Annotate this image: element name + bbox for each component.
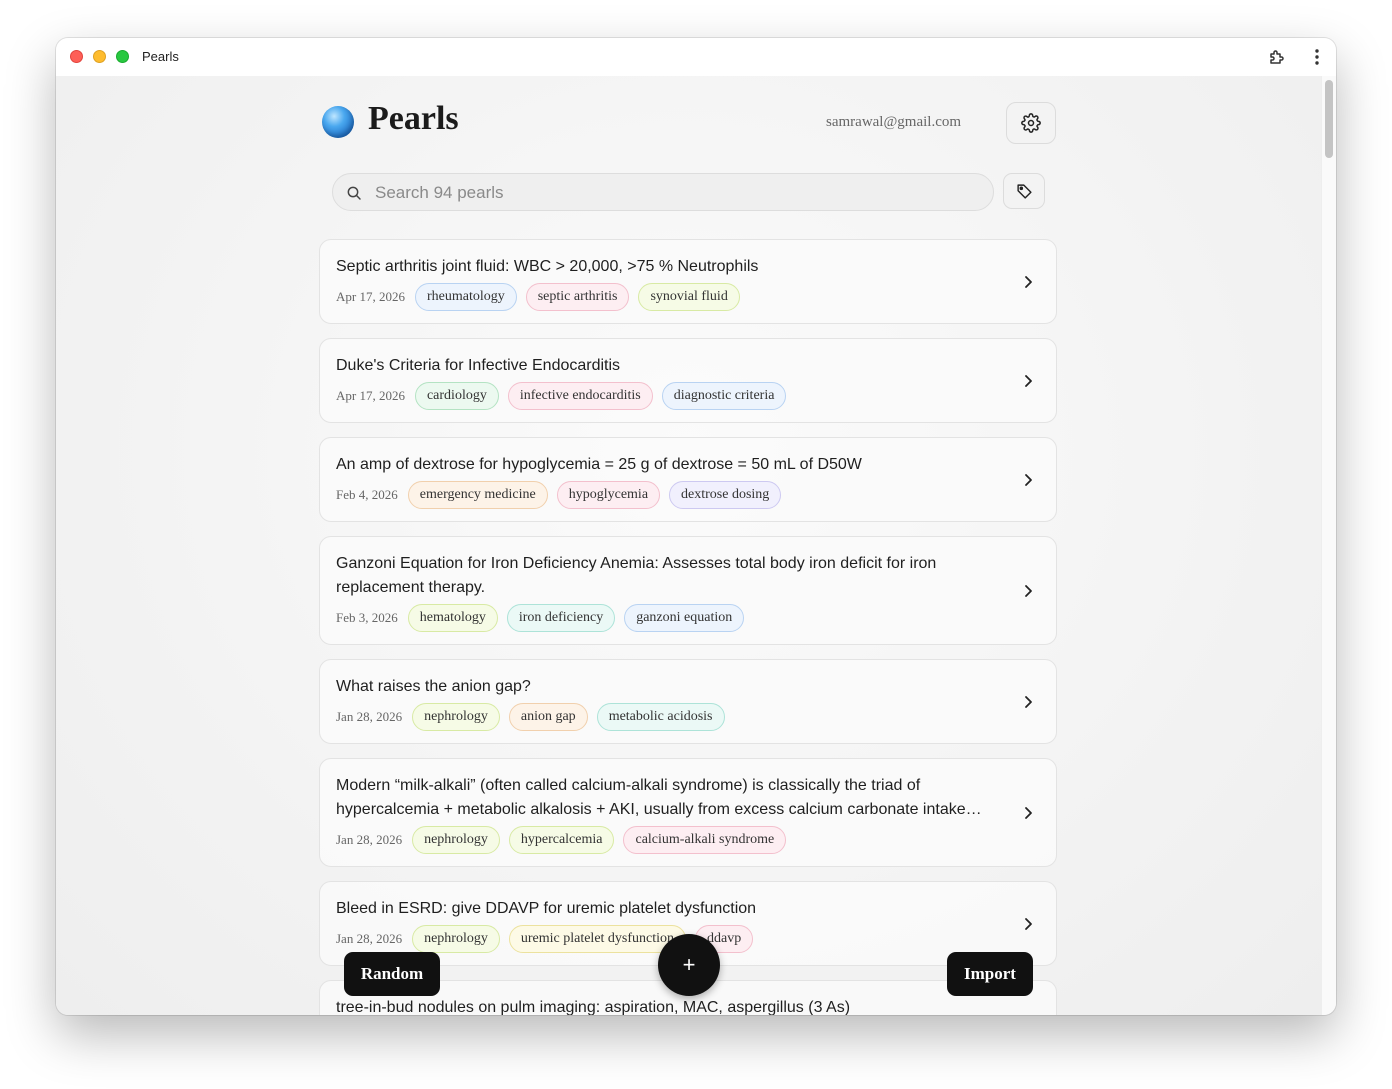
pearl-tag[interactable]: rheumatology [414,283,517,311]
gear-icon [1021,113,1041,133]
pearl-card[interactable]: What raises the anion gap? Jan 28, 2026 ne… [319,659,1057,744]
pearl-date: Jan 28, 2026 [336,832,403,847]
pearl-date: Jan 28, 2026 [336,709,403,724]
page-content: Pearls samrawal@gmail.com Septic arthrit… [56,76,1322,1015]
search-bar[interactable] [332,173,994,211]
window-title: Pearls [142,49,179,64]
pearl-meta: Apr 17, 2026 rheumatology septic arthritis… [336,283,996,311]
zoom-window-button[interactable] [116,50,129,63]
pearl-title: Modern “milk-alkali” (often called calci… [336,777,982,818]
minimize-window-button[interactable] [93,50,106,63]
random-button[interactable]: Random [344,952,440,996]
tag-filter-button[interactable] [1003,173,1045,209]
pearl-title: Ganzoni Equation for Iron Deficiency Ane… [336,555,937,596]
pearl-tag[interactable]: uremic platelet dysfunction [508,925,687,953]
add-pearl-button[interactable]: + [658,934,720,996]
pearl-date: Apr 17, 2026 [336,289,405,304]
pearl-card[interactable]: Modern “milk-alkali” (often called calci… [319,758,1057,867]
pearl-date: Apr 17, 2026 [336,388,405,403]
pearl-tag[interactable]: nephrology [412,703,500,731]
pearl-tag[interactable]: dextrose dosing [669,481,782,509]
pearl-tag[interactable]: anion gap [508,703,588,731]
pearl-tag[interactable]: ganzoni equation [624,604,745,632]
pearl-tag[interactable]: hypoglycemia [556,481,661,509]
pearl-meta: Jan 28, 2026 nephrology hypercalcemia calci… [336,826,996,854]
pearl-card[interactable]: Duke's Criteria for Infective Endocardit… [319,338,1057,423]
pearl-tag[interactable]: synovial fluid [638,283,740,311]
scrollbar-thumb[interactable] [1325,80,1333,158]
pearl-tag[interactable]: calcium-alkali syndrome [623,826,787,854]
pearl-card[interactable]: Ganzoni Equation for Iron Deficiency Ane… [319,536,1057,645]
pearl-tag[interactable]: hematology [407,604,498,632]
chevron-right-icon [1025,275,1032,288]
pearl-card[interactable]: Septic arthritis joint fluid: WBC > 20,0… [319,239,1057,324]
pearl-date: Feb 3, 2026 [336,610,398,625]
pearl-tag[interactable]: nephrology [412,925,500,953]
close-window-button[interactable] [70,50,83,63]
pearl-tag[interactable]: septic arthritis [525,283,630,311]
chevron-right-icon [1025,695,1032,708]
pearl-title: Bleed in ESRD: give DDAVP for uremic pla… [336,900,757,917]
scrollbar[interactable] [1321,76,1336,1015]
search-icon [347,186,361,200]
chevron-right-icon [1025,917,1032,930]
pearl-title: Septic arthritis joint fluid: WBC > 20,0… [336,258,759,275]
pearl-card[interactable]: An amp of dextrose for hypoglycemia = 25… [319,437,1057,522]
search-input[interactable] [373,180,977,206]
pearl-meta: Feb 4, 2026 emergency medicine hypoglycemi… [336,481,996,509]
pearl-date: Jan 28, 2026 [336,931,403,946]
pearl-meta: Feb 3, 2026 hematology iron deficiency ganz… [336,604,996,632]
chevron-right-icon [1025,806,1032,819]
pearl-tag[interactable]: metabolic acidosis [596,703,725,731]
import-button[interactable]: Import [947,952,1033,996]
pearl-title: What raises the anion gap? [336,678,531,695]
pearl-tag[interactable]: diagnostic criteria [661,382,787,410]
chevron-right-icon [1025,584,1032,597]
pearl-tag[interactable]: nephrology [412,826,500,854]
pearl-date: Feb 4, 2026 [336,487,398,502]
pearl-title: Duke's Criteria for Infective Endocardit… [336,357,621,374]
extensions-icon[interactable] [1266,46,1288,68]
pearl-tag[interactable]: iron deficiency [506,604,616,632]
pearl-tag[interactable]: emergency medicine [407,481,548,509]
pearl-title: An amp of dextrose for hypoglycemia = 25… [336,456,862,473]
pearl-meta: Apr 17, 2026 cardiology infective endocard… [336,382,996,410]
more-menu-icon[interactable] [1306,46,1328,68]
tag-icon [1016,183,1032,199]
chevron-right-icon [1025,473,1032,486]
pearl-logo-icon [322,106,354,138]
pearl-title: tree-in-bud nodules on pulm imaging: asp… [336,999,851,1015]
app-title: Pearls [368,100,459,137]
chevron-right-icon [1025,374,1032,387]
browser-window: Pearls Pearls samrawal@gmail.com Search … [56,38,1336,1015]
pearl-meta: Jan 28, 2026 nephrology anion gap metabolic… [336,703,996,731]
title-bar: Pearls [56,38,1336,77]
settings-button[interactable] [1006,102,1056,144]
pearl-tag[interactable]: cardiology [414,382,499,410]
pearl-tag[interactable]: infective endocarditis [507,382,653,410]
pearl-list: Septic arthritis joint fluid: WBC > 20,0… [319,239,1057,1015]
pearl-tag[interactable]: hypercalcemia [508,826,615,854]
user-email: samrawal@gmail.com [826,114,962,130]
